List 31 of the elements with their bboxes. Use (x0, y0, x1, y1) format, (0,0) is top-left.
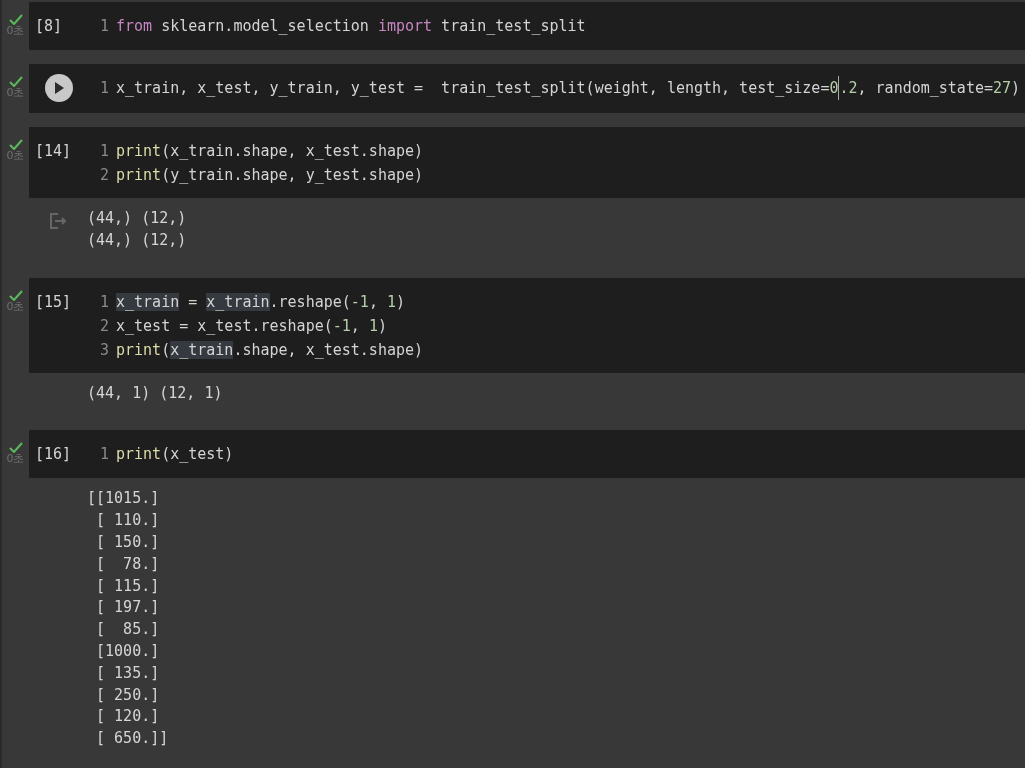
line-number: 1 (98, 141, 109, 162)
code-line: x_train, x_test, y_train, y_test = train_test_split(weight, length, test_size=0.2, random_state=27) (116, 76, 1021, 100)
cell-output: (44,) (12,) (44,) (12,) (87, 208, 187, 251)
cell-output: (44, 1) (12, 1) (87, 382, 223, 404)
code-cell[interactable]: [16] 1 print(x_test) (29, 430, 1025, 479)
code-line: x_train = x_train.reshape(-1, 1) (116, 291, 405, 313)
text-cursor (838, 76, 840, 100)
line-number: 1 (98, 78, 109, 99)
code-cell[interactable]: [15] 1 x_train = x_train.reshape(-1, 1) 2 x_test = x_test.reshape(-1, 1) 3 print(x_train.shape, x_test.shape) (29, 277, 1025, 373)
line-number: 1 (98, 16, 109, 37)
execution-count: [8] (35, 16, 63, 37)
play-icon (54, 82, 64, 94)
line-number: 3 (98, 339, 109, 361)
code-line: x_test = x_test.reshape(-1, 1) (116, 315, 387, 337)
code-line: print(x_train.shape, x_test.shape) (116, 141, 424, 162)
code-cell[interactable]: [14] 1 print(x_train.shape, x_test.shape) 2 print(y_train.shape, y_test.shape) (29, 127, 1025, 198)
line-number: 1 (98, 291, 109, 313)
code-cell[interactable]: [8] 1 from sklearn.model_selection import train_test_split (29, 2, 1025, 50)
line-number: 2 (98, 315, 109, 337)
line-number: 1 (98, 444, 109, 466)
run-button[interactable] (45, 74, 73, 102)
line-number: 2 (98, 165, 109, 186)
execution-count: [16] (35, 444, 72, 466)
code-cell[interactable]: 1 x_train, x_test, y_train, y_test = train_test_split(weight, length, test_size=0.2, random_state=27) (29, 64, 1025, 113)
execution-count: [15] (35, 291, 72, 313)
execution-count: [14] (35, 141, 72, 162)
cell-output: [[1015.] [ 110.] [ 150.] [ 78.] [ 115.] [ 197.] [ 85.] [1000.] [ 135.] [ 250.] [ 120.] [ 650.]] (87, 488, 169, 750)
code-line: print(x_test) (116, 444, 234, 466)
code-line: print(x_train.shape, x_test.shape) (116, 339, 424, 361)
code-line: print(y_train.shape, y_test.shape) (116, 165, 424, 186)
code-line: from sklearn.model_selection import train_test_split (116, 16, 586, 37)
